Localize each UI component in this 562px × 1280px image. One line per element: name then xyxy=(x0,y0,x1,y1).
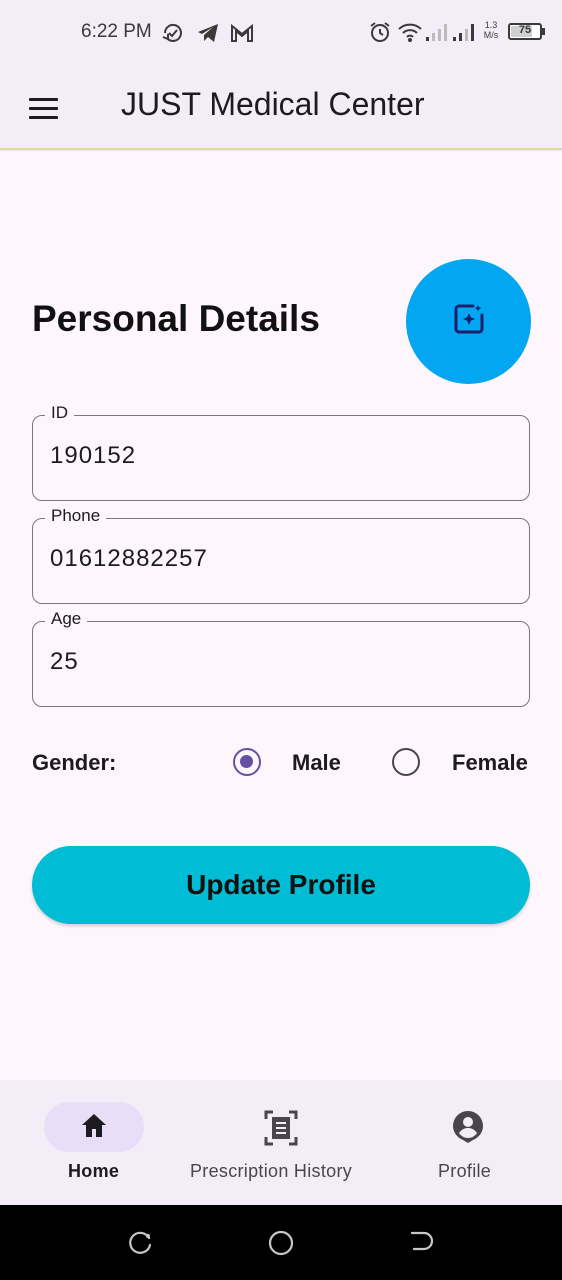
age-field[interactable]: Age xyxy=(32,609,530,707)
battery-level: 75 xyxy=(518,24,532,36)
app-title: JUST Medical Center xyxy=(121,86,425,122)
section-title: Personal Details xyxy=(32,298,320,339)
gender-label: Gender: xyxy=(32,750,117,775)
bottom-navigation: Home Prescription History Profile xyxy=(0,1080,562,1205)
radio-male-label[interactable]: Male xyxy=(292,750,341,776)
account-icon xyxy=(452,1110,484,1149)
id-field-label: ID xyxy=(45,403,74,423)
telegram-icon xyxy=(195,20,221,51)
status-time: 6:22 PM xyxy=(81,21,152,42)
gmail-icon xyxy=(229,20,255,51)
age-field-label: Age xyxy=(45,609,88,629)
update-profile-button[interactable]: Update Profile xyxy=(32,846,530,924)
alarm-icon xyxy=(368,20,392,49)
edit-photo-button[interactable] xyxy=(406,259,531,384)
nav-item-profile[interactable]: Profile xyxy=(374,1080,562,1205)
phone-field-label: Phone xyxy=(45,506,107,526)
id-field[interactable]: ID xyxy=(32,403,530,501)
phone-field[interactable]: Phone xyxy=(32,506,530,604)
status-bar: 6:22 PM 1.3 M/s 75 xyxy=(0,0,562,64)
document-scan-icon xyxy=(264,1110,298,1151)
system-navigation-bar xyxy=(0,1205,562,1280)
network-speed-unit: M/s xyxy=(483,30,499,40)
radio-female[interactable] xyxy=(392,748,420,776)
nav-label-prescription-history: Prescription History xyxy=(190,1161,353,1181)
id-input[interactable] xyxy=(50,442,510,470)
back-icon[interactable] xyxy=(408,1230,434,1261)
signal-icon-2 xyxy=(452,20,476,49)
radio-male[interactable] xyxy=(233,748,261,776)
menu-icon-bar xyxy=(29,106,58,110)
wifi-icon xyxy=(397,20,423,49)
recents-icon[interactable] xyxy=(128,1230,154,1261)
sync-check-icon xyxy=(160,20,186,51)
menu-button[interactable] xyxy=(24,88,64,128)
radio-female-label[interactable]: Female xyxy=(452,750,528,776)
battery-nub xyxy=(542,28,545,35)
home-circle-icon[interactable] xyxy=(267,1230,295,1263)
nav-label-home: Home xyxy=(68,1161,120,1181)
network-speed-value: 1.3 xyxy=(484,20,498,30)
battery-icon: 75 xyxy=(508,23,542,40)
menu-icon xyxy=(29,97,58,101)
age-input[interactable] xyxy=(50,648,510,676)
nav-label-profile: Profile xyxy=(438,1161,492,1181)
edit-image-icon xyxy=(452,302,486,341)
network-speed: 1.3 M/s xyxy=(480,20,502,40)
app-bar: JUST Medical Center xyxy=(0,64,562,150)
signal-icon xyxy=(424,20,448,49)
nav-item-home[interactable]: Home xyxy=(0,1080,188,1205)
nav-item-prescription-history[interactable]: Prescription History xyxy=(188,1080,374,1205)
phone-input[interactable] xyxy=(50,545,510,573)
menu-icon-bar xyxy=(29,115,58,119)
home-icon xyxy=(78,1110,110,1147)
